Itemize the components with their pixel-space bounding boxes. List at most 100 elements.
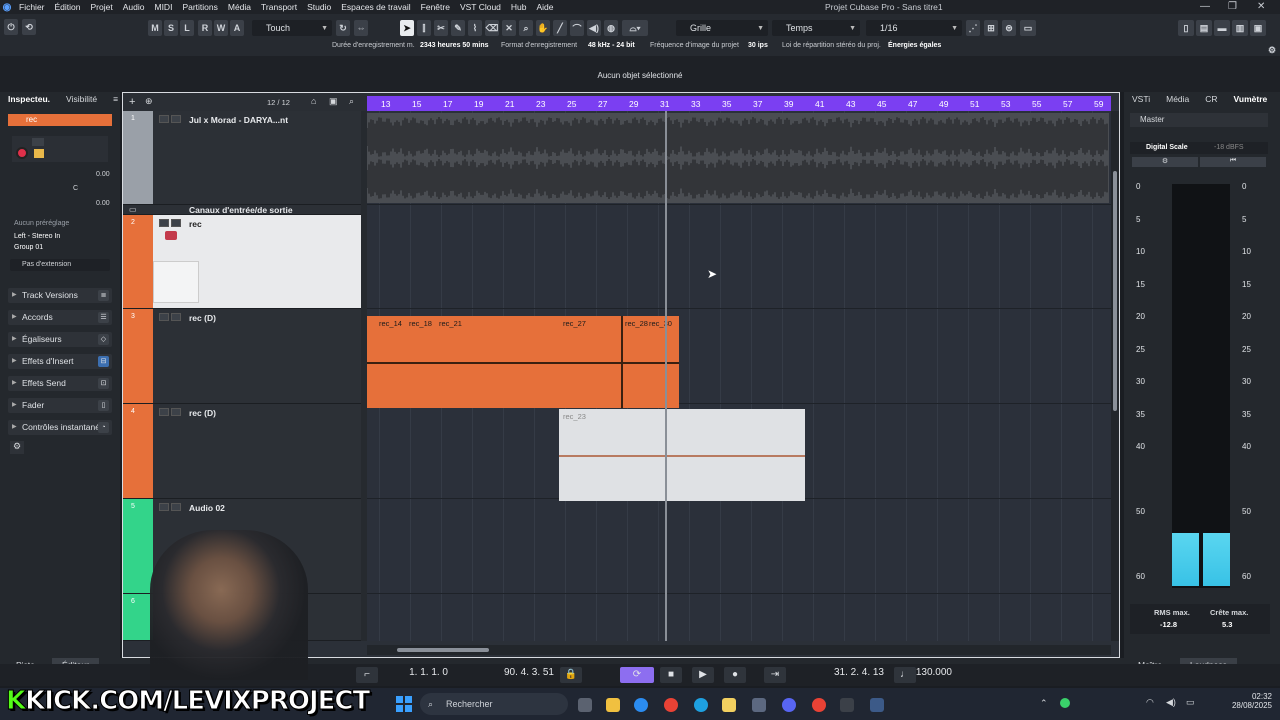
nudge-icon[interactable]: ⇔ bbox=[354, 20, 368, 36]
project-cursor[interactable] bbox=[665, 111, 667, 641]
show-inspector-icon[interactable]: ▤ bbox=[1196, 20, 1212, 36]
track-name[interactable]: rec (D) bbox=[189, 313, 216, 323]
erase-tool-icon[interactable]: ⌫ bbox=[485, 20, 499, 36]
task-view-icon[interactable] bbox=[578, 698, 592, 712]
left-locator-icon[interactable]: ⌐ bbox=[356, 667, 378, 683]
solo-button[interactable] bbox=[171, 408, 181, 416]
inspector-track-name[interactable]: rec bbox=[8, 114, 112, 126]
windows-start-icon[interactable] bbox=[396, 696, 412, 712]
menu-media[interactable]: Média bbox=[223, 2, 256, 12]
menu-fenetre[interactable]: Fenêtre bbox=[416, 2, 455, 12]
section-sends[interactable]: Effets Send ⊡ bbox=[8, 376, 112, 391]
object-selection-tool-icon[interactable]: ➤ bbox=[400, 20, 414, 36]
cycle-button[interactable]: ⟳ bbox=[620, 667, 654, 683]
wifi-icon[interactable]: ◠ bbox=[1146, 697, 1154, 708]
scrollbar-thumb[interactable] bbox=[1113, 171, 1117, 411]
setup-window-layout-icon[interactable]: ▣ bbox=[1250, 20, 1266, 36]
menu-hub[interactable]: Hub bbox=[506, 2, 532, 12]
automation-mode-select[interactable]: Touch ▼ bbox=[252, 20, 332, 36]
horizontal-scrollbar[interactable] bbox=[367, 645, 1111, 655]
menu-projet[interactable]: Projet bbox=[86, 2, 118, 12]
audio-event-group-rec[interactable]: rec_14 rec_18 rec_21 rec_27 rec_28 rec_3… bbox=[367, 316, 679, 408]
app-icon[interactable] bbox=[694, 698, 708, 712]
range-tool-icon[interactable]: ⫿ bbox=[417, 20, 431, 36]
scale-row[interactable]: Digital Scale -18 dBFS bbox=[1130, 142, 1268, 154]
chrome-icon[interactable] bbox=[664, 698, 678, 712]
tray-chevron-icon[interactable]: ⌃ bbox=[1040, 698, 1048, 709]
menu-aide[interactable]: Aide bbox=[532, 2, 559, 12]
track-1[interactable]: 1 Jul x Morad - DARYA...nt bbox=[123, 111, 361, 205]
edge-icon[interactable] bbox=[634, 698, 648, 712]
audio-event-rec-23[interactable]: rec_23 bbox=[559, 409, 805, 501]
menu-vstcloud[interactable]: VST Cloud bbox=[455, 2, 506, 12]
maximize-icon[interactable]: ❐ bbox=[1228, 1, 1237, 12]
track-3[interactable]: 3 rec (D) bbox=[123, 309, 361, 404]
track-2[interactable]: 2 rec bbox=[123, 215, 361, 309]
left-zone-toggle-icon[interactable]: ▯ bbox=[1178, 20, 1194, 36]
tab-vsti[interactable]: VSTi bbox=[1124, 94, 1158, 104]
minimize-icon[interactable]: — bbox=[1200, 1, 1210, 12]
punch-icon[interactable]: ⇥ bbox=[764, 667, 786, 683]
snap-type-select[interactable]: Grille ▼ bbox=[676, 20, 768, 36]
hand-tool-icon[interactable]: ✋ bbox=[536, 20, 550, 36]
comp-tool-icon[interactable]: ⌓▾ bbox=[622, 20, 648, 36]
mute-tool-icon[interactable]: ✕ bbox=[502, 20, 516, 36]
mute-button[interactable]: M bbox=[148, 20, 162, 36]
section-track-versions[interactable]: Track Versions ≣ bbox=[8, 288, 112, 303]
speaker-tool-icon[interactable]: ◀) bbox=[587, 20, 601, 36]
menu-studio[interactable]: Studio bbox=[302, 2, 336, 12]
folder-app-icon[interactable] bbox=[722, 698, 736, 712]
pan-value[interactable]: C bbox=[73, 185, 78, 192]
track-4[interactable]: 4 rec (D) bbox=[123, 404, 361, 499]
volume-icon[interactable]: ◀) bbox=[1166, 697, 1176, 708]
solo-button[interactable] bbox=[171, 503, 181, 511]
mute-button[interactable] bbox=[159, 219, 169, 227]
solo-button[interactable]: S bbox=[164, 20, 178, 36]
audition-button[interactable]: A bbox=[230, 20, 244, 36]
solo-button[interactable] bbox=[171, 115, 181, 123]
quantize-icon[interactable]: ⊞ bbox=[984, 20, 998, 36]
iterative-quantize-icon[interactable]: ⋰ bbox=[966, 20, 980, 36]
apply-quantize-icon[interactable]: ⊜ bbox=[1002, 20, 1016, 36]
inspector-settings-gear-icon[interactable]: ⚙ bbox=[10, 441, 24, 454]
delay-value[interactable]: 0.00 bbox=[96, 200, 110, 207]
extension-select[interactable]: Pas d'extension bbox=[10, 259, 110, 271]
draw-tool-icon[interactable]: ✎ bbox=[451, 20, 465, 36]
menu-partitions[interactable]: Partitions bbox=[177, 2, 222, 12]
record-enable-icon[interactable] bbox=[165, 231, 177, 240]
add-track-icon[interactable]: + bbox=[129, 96, 135, 108]
file-explorer-icon[interactable] bbox=[606, 698, 620, 712]
section-chords[interactable]: Accords ☰ bbox=[8, 310, 112, 325]
write-button[interactable]: W bbox=[214, 20, 228, 36]
menu-espaces[interactable]: Espaces de travail bbox=[336, 2, 415, 12]
split-tool-icon[interactable]: ✂ bbox=[434, 20, 448, 36]
taskbar-search[interactable]: ⌕ Rechercher bbox=[420, 693, 568, 715]
lock-icon[interactable]: 🔒 bbox=[560, 667, 582, 683]
tab-cr[interactable]: CR bbox=[1197, 94, 1225, 104]
vertical-scrollbar[interactable] bbox=[1111, 111, 1119, 641]
track-layout-icon[interactable]: ▣ bbox=[329, 96, 338, 107]
mute-button[interactable] bbox=[159, 115, 169, 123]
grid-type-select[interactable]: Temps ▼ bbox=[772, 20, 860, 36]
add-track-preset-icon[interactable]: ⊕ bbox=[145, 96, 153, 107]
monitor-icon[interactable] bbox=[34, 149, 44, 158]
right-zone-toggle-icon[interactable]: ▥ bbox=[1232, 20, 1248, 36]
tempo-value[interactable]: 130.000 bbox=[910, 667, 952, 683]
output-routing[interactable]: Group 01 bbox=[14, 244, 43, 251]
tab-media[interactable]: Média bbox=[1158, 94, 1197, 104]
activate-project-icon[interactable]: ⏻ bbox=[4, 19, 18, 35]
autoscroll-icon[interactable]: ↻ bbox=[336, 20, 350, 36]
track-name[interactable]: rec bbox=[189, 219, 202, 229]
input-routing[interactable]: Left - Stereo In bbox=[14, 233, 60, 240]
tab-visibility[interactable]: Visibilité bbox=[58, 94, 105, 104]
lower-zone-toggle-icon[interactable]: ▬ bbox=[1214, 20, 1230, 36]
menu-fichier[interactable]: Fichier bbox=[14, 2, 50, 12]
track-search-icon[interactable]: ⌕ bbox=[349, 96, 354, 107]
battery-icon[interactable]: ▭ bbox=[1186, 697, 1195, 708]
time-warp-icon[interactable]: ⌒ bbox=[570, 20, 584, 36]
audio-event-beat[interactable] bbox=[367, 113, 1109, 203]
section-eq[interactable]: Égaliseurs ◇ bbox=[8, 332, 112, 347]
stop-button[interactable]: ■ bbox=[660, 667, 682, 683]
record-button[interactable]: ● bbox=[724, 667, 746, 683]
tab-inspector[interactable]: Inspecteu. bbox=[0, 94, 58, 104]
